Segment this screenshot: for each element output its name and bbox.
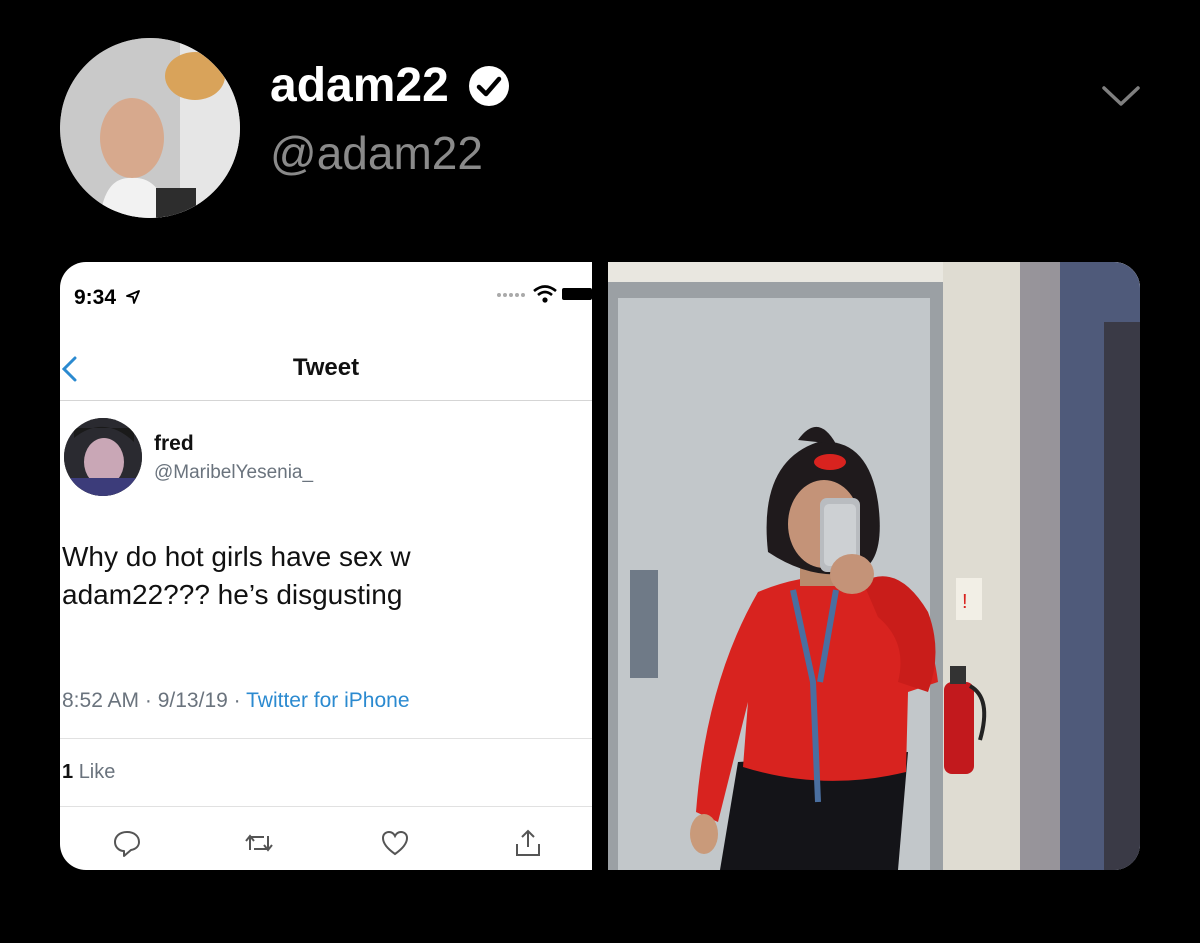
author-avatar[interactable] <box>60 38 240 218</box>
author-avatar-image <box>60 38 240 218</box>
likes-count[interactable]: 1 Like <box>62 761 115 784</box>
tweet-date: 9/13/19 <box>157 689 228 712</box>
quoted-tweet-text: Why do hot girls have sex w adam22??? he… <box>62 538 562 614</box>
divider <box>60 806 592 807</box>
location-arrow-icon <box>125 290 140 304</box>
meta-separator: · <box>227 689 247 712</box>
quoted-author-avatar[interactable] <box>64 418 142 496</box>
display-name: adam22 <box>270 59 449 112</box>
reply-icon[interactable] <box>112 828 142 858</box>
signal-dots-icon <box>497 293 525 297</box>
chevron-down-icon[interactable] <box>1098 80 1144 110</box>
quoted-tweet-line: adam22??? he’s disgusting <box>62 579 403 610</box>
like-icon[interactable] <box>380 828 410 858</box>
mirror-selfie-photo: ! <box>608 262 1140 870</box>
likes-label: Like <box>78 761 116 783</box>
nav-title: Tweet <box>292 354 360 381</box>
status-bar-time: 9:34 <box>74 286 140 310</box>
display-name-row: adam22 <box>270 62 511 110</box>
divider <box>60 400 592 401</box>
quoted-author-avatar-image <box>64 418 142 496</box>
media-photo[interactable]: ! <box>608 262 1140 870</box>
share-icon[interactable] <box>513 828 543 858</box>
tweet-media[interactable]: 9:34 Tweet fred @MaribelYesenia_ Why do … <box>60 262 1140 870</box>
likes-number: 1 <box>62 761 74 783</box>
quoted-tweet-meta: 8:52 AM · 9/13/19 · Twitter for iPhone <box>62 689 410 713</box>
battery-icon <box>562 288 592 300</box>
quoted-tweet-line: Why do hot girls have sex w <box>62 541 411 572</box>
meta-separator: · <box>139 689 158 712</box>
quoted-author-handle: @MaribelYesenia_ <box>154 462 314 483</box>
tweet-source-link[interactable]: Twitter for iPhone <box>246 689 409 712</box>
wifi-icon <box>533 285 557 303</box>
media-screenshot[interactable]: 9:34 Tweet fred @MaribelYesenia_ Why do … <box>60 262 592 870</box>
svg-text:!: ! <box>962 591 968 613</box>
tweet-time: 8:52 AM <box>62 689 140 712</box>
status-bar-right <box>496 284 592 304</box>
divider <box>60 738 592 739</box>
author-handle: @adam22 <box>270 127 483 179</box>
verified-badge-icon <box>467 64 511 108</box>
retweet-icon[interactable] <box>244 828 274 858</box>
quoted-author-name: fred <box>154 432 194 455</box>
